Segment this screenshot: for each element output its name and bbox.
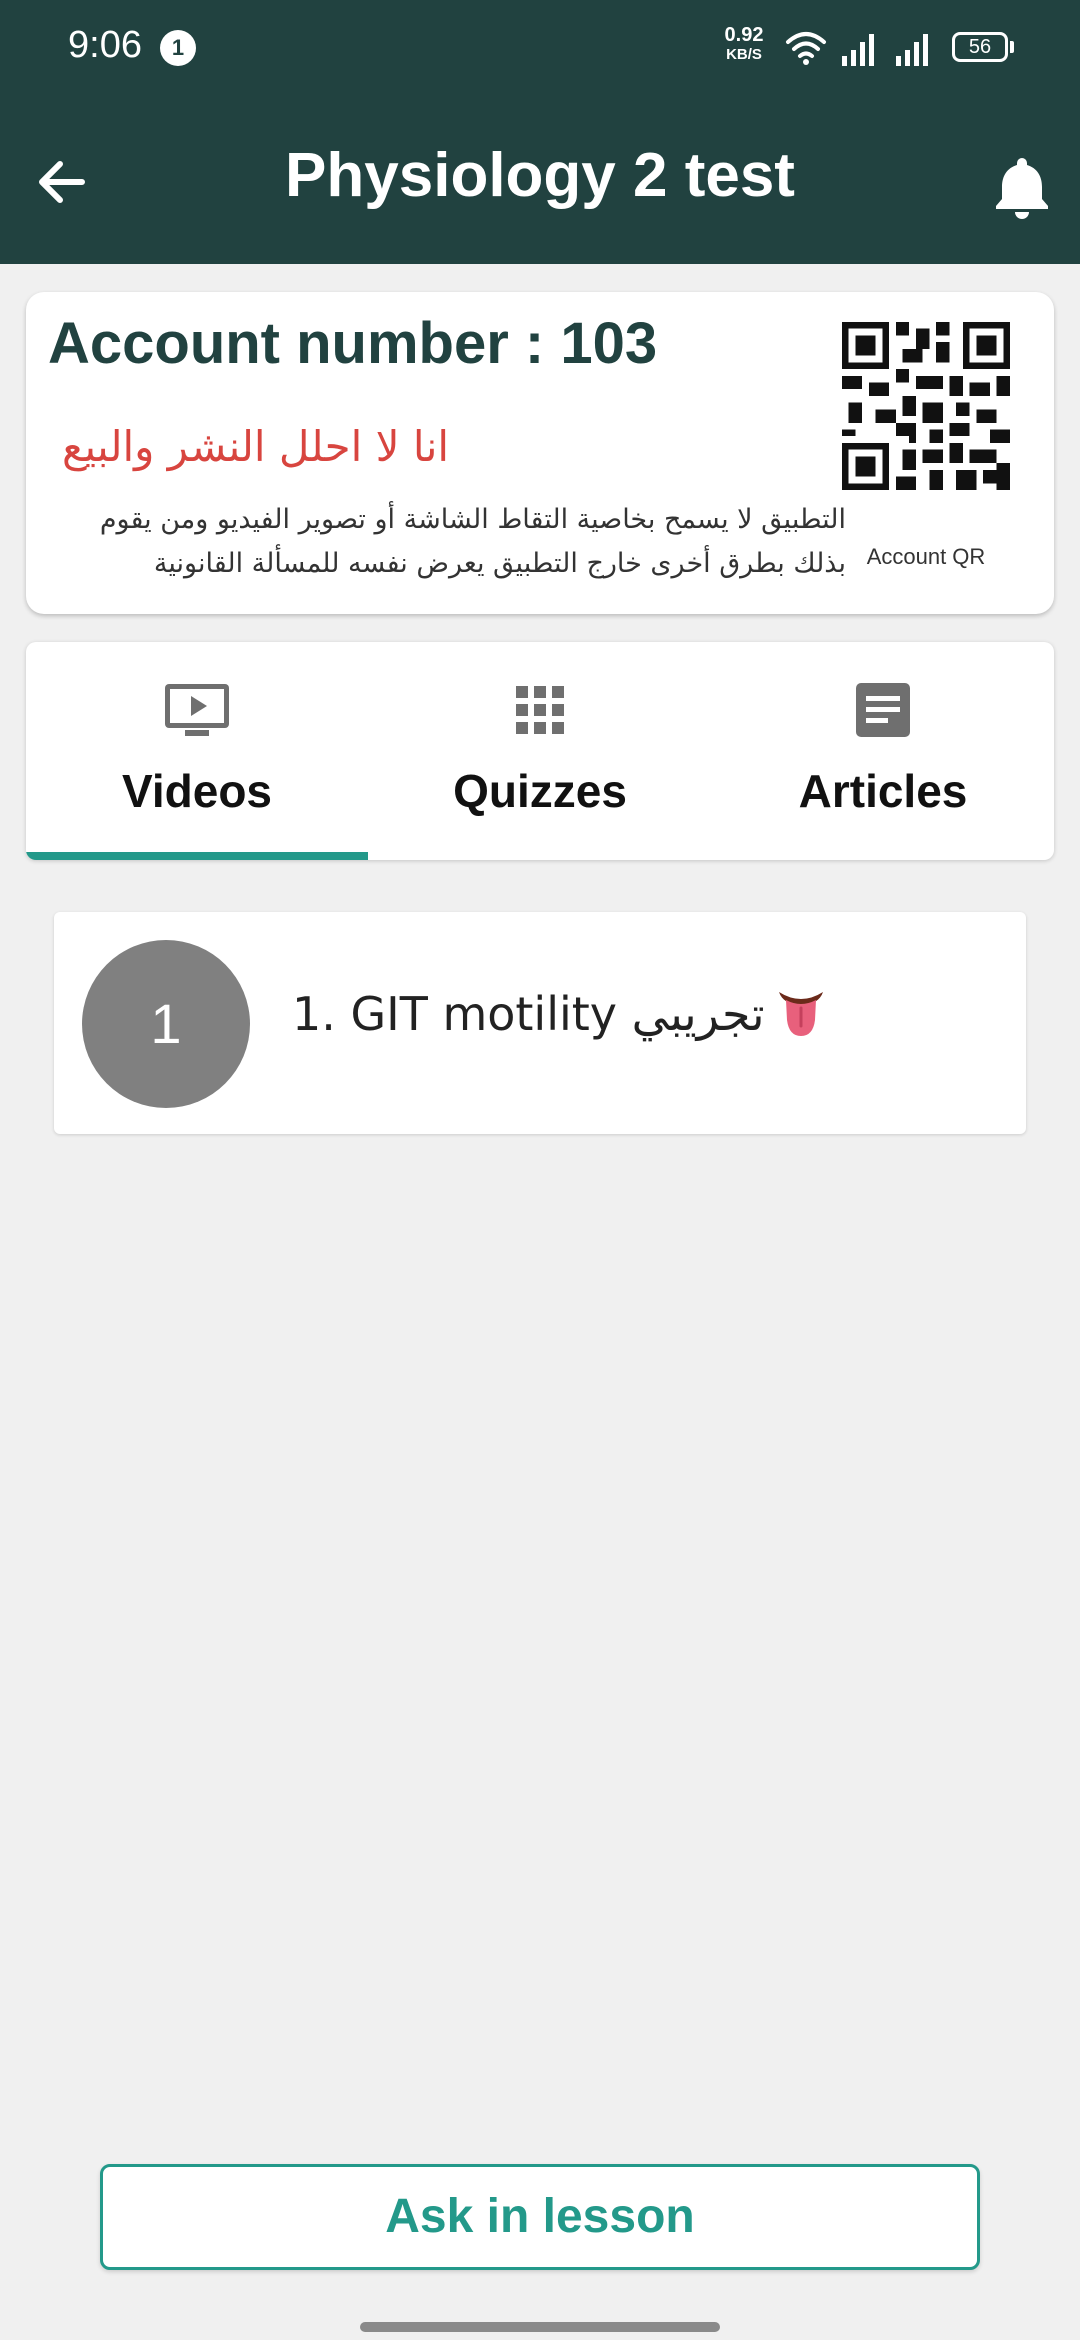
ask-in-lesson-button[interactable]: Ask in lesson: [100, 2164, 980, 2270]
anti-piracy-warning: انا لا احلل النشر والبيع: [62, 422, 450, 471]
signal-icons: [786, 32, 928, 66]
lesson-title: 1. GIT motility تجريبي: [292, 987, 765, 1041]
cell-signal-icon: [842, 34, 874, 66]
qr-code-icon: [842, 322, 1010, 490]
tab-videos[interactable]: Videos: [26, 642, 368, 860]
video-tv-icon: [165, 684, 229, 736]
page-title: Physiology 2 test: [285, 141, 795, 210]
account-number: Account number : 103: [48, 311, 658, 376]
battery-tip: [1010, 41, 1014, 53]
tongue-emoji-icon: [778, 992, 823, 1036]
status-time: 9:06: [68, 24, 142, 66]
tab-videos-label: Videos: [122, 765, 272, 817]
selected-tab-indicator: [26, 852, 368, 860]
cell-signal-2-icon: [896, 34, 928, 66]
notification-count-badge: 1: [160, 30, 196, 66]
screen-capture-notice: التطبيق لا يسمح بخاصية التقاط الشاشة أو …: [99, 504, 846, 579]
lesson-number-circle: 1: [82, 940, 250, 1108]
tab-quizzes-label: Quizzes: [453, 765, 627, 817]
status-bar: 9:06 1 0.92 KB/S 56: [0, 0, 1080, 96]
grid-icon: [516, 686, 564, 734]
tab-articles[interactable]: Articles: [712, 642, 1054, 860]
article-icon: [856, 683, 910, 737]
gesture-navigation-bar[interactable]: [360, 2322, 720, 2332]
content-tabs: Videos Quizzes Articles: [26, 642, 1054, 860]
account-qr-label: Account QR: [866, 544, 986, 569]
battery-icon: 56: [952, 32, 1008, 62]
tab-quizzes[interactable]: Quizzes: [369, 642, 711, 860]
wifi-icon: [786, 32, 826, 65]
network-speed-unit: KB/S: [726, 46, 762, 63]
lesson-title-row: 1. GIT motility تجريبي: [292, 986, 827, 1041]
network-speed-value: 0.92: [724, 24, 764, 46]
bell-icon[interactable]: [986, 150, 1058, 222]
app-bar: Physiology 2 test: [0, 96, 1080, 264]
network-speed: 0.92 KB/S: [716, 24, 772, 64]
list-item[interactable]: 1 1. GIT motility تجريبي: [54, 912, 1026, 1134]
account-card: Account number : 103 انا لا احلل النشر و…: [26, 292, 1054, 614]
tab-articles-label: Articles: [798, 765, 968, 817]
